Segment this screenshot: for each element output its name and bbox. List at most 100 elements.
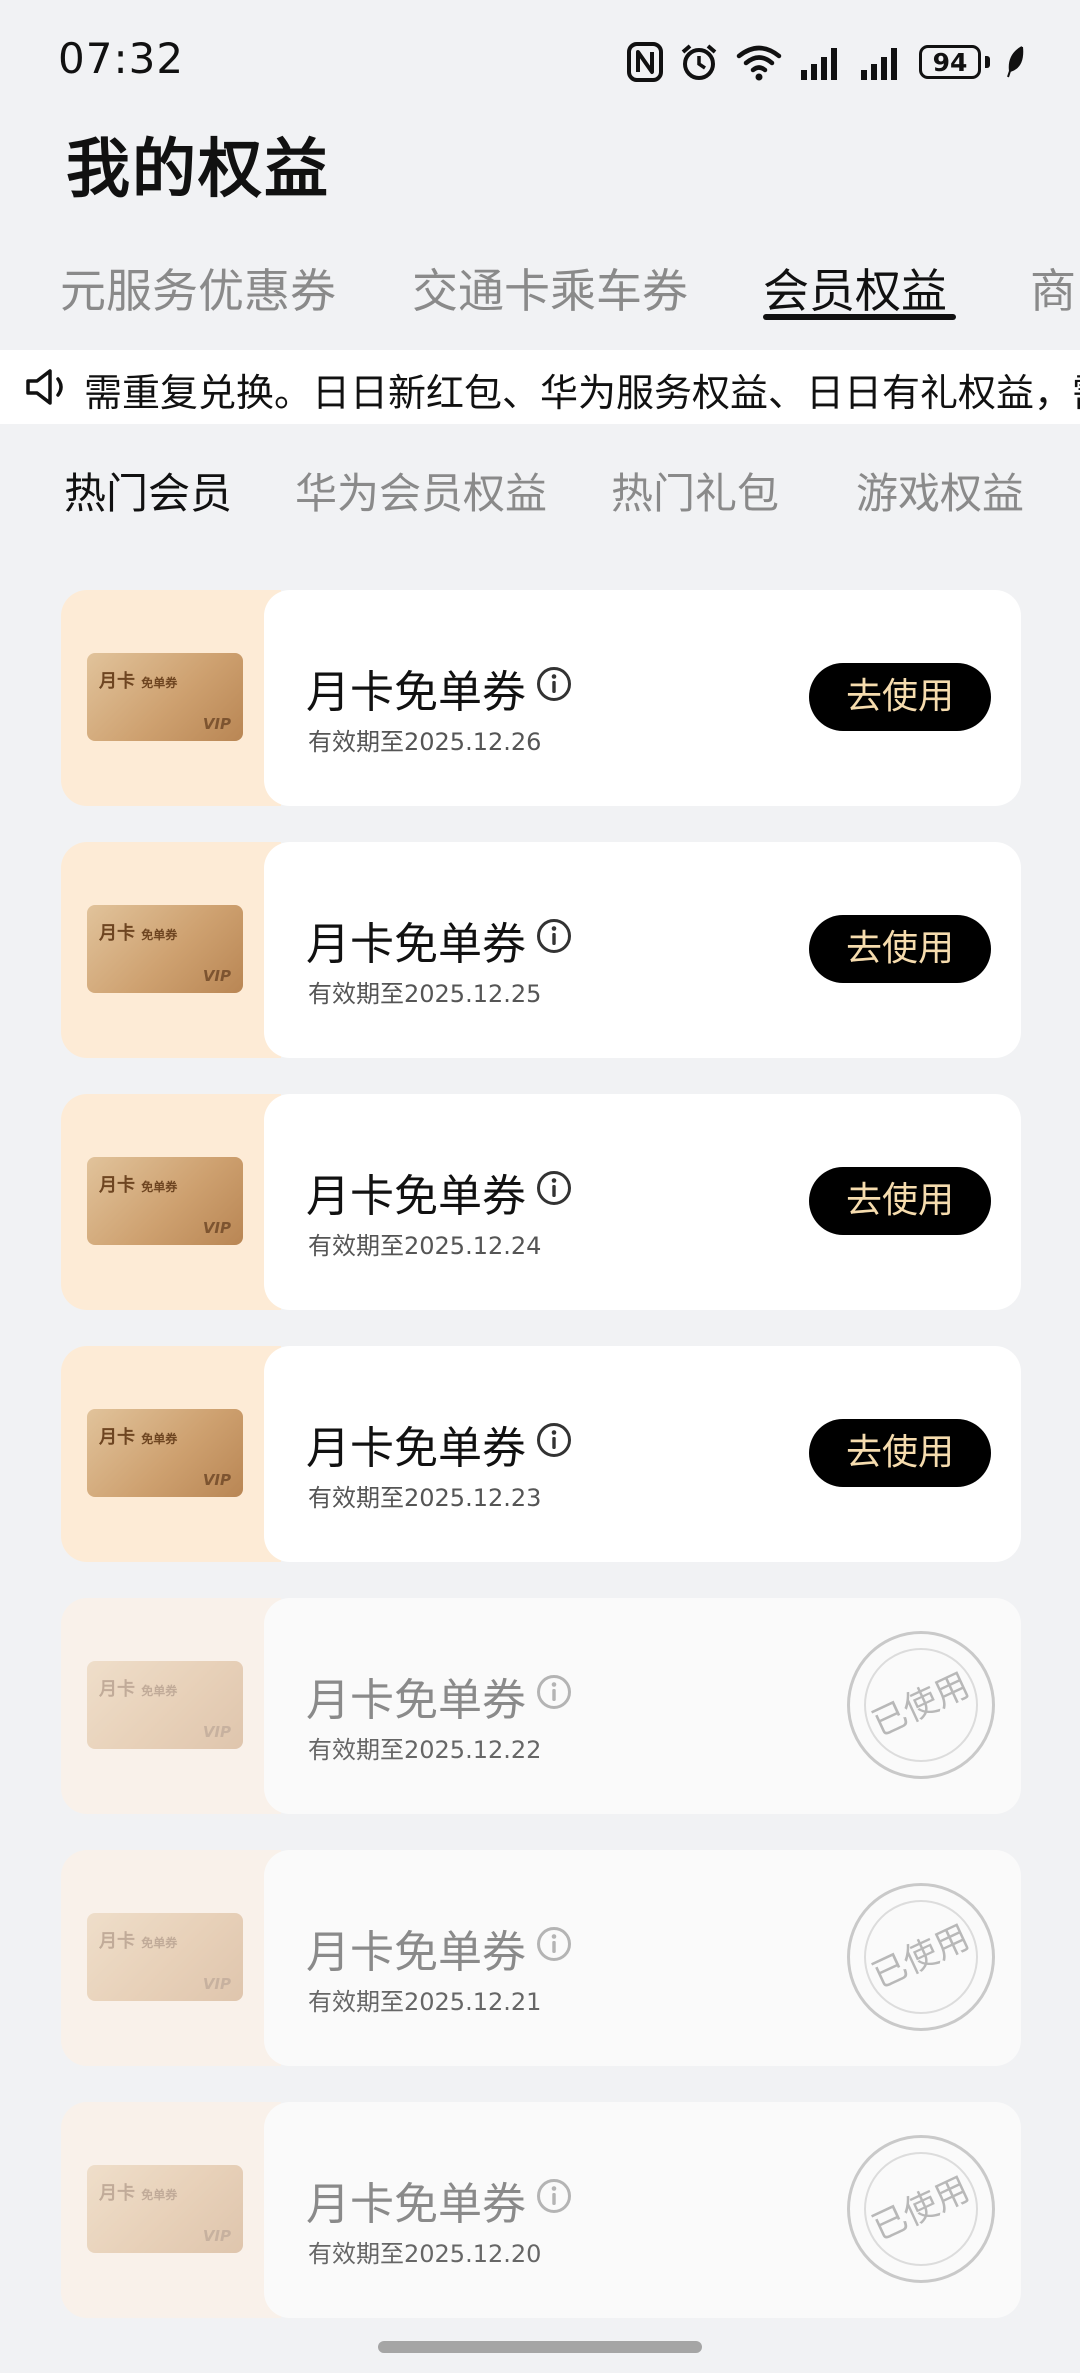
coupon-card-used[interactable]: 月卡 免单券 VIP 月卡免单券 有效期至2025.12.22 已使用 — [61, 1598, 1021, 1814]
info-icon[interactable] — [536, 1674, 572, 1710]
vip-card-title-main: 月卡 — [99, 1175, 135, 1196]
home-indicator[interactable] — [378, 2341, 702, 2353]
coupon-body: 月卡免单券 有效期至2025.12.21 已使用 — [264, 1850, 1021, 2066]
coupon-body: 月卡免单券 有效期至2025.12.26 去使用 — [264, 590, 1021, 806]
coupon-thumbnail: 月卡 免单券 VIP — [61, 1346, 281, 1562]
coupon-name: 月卡免单券 — [306, 667, 526, 718]
coupon-thumbnail: 月卡 免单券 VIP — [61, 842, 281, 1058]
vip-card-image: 月卡 免单券 VIP — [87, 1913, 243, 2001]
coupon-card[interactable]: 月卡 免单券 VIP 月卡免单券 有效期至2025.12.26 去使用 — [61, 590, 1021, 806]
signal-icon-2 — [861, 48, 897, 80]
vip-card-title-main: 月卡 — [99, 1679, 135, 1700]
wifi-icon — [736, 45, 782, 81]
vip-mark: VIP — [202, 1723, 231, 1741]
notice-bar[interactable]: 需重复兑换。日日新红包、华为服务权益、日日有礼权益，需 — [0, 350, 1080, 424]
vip-card-title: 月卡 免单券 — [99, 919, 177, 945]
info-icon[interactable] — [536, 1170, 572, 1206]
page-title: 我的权益 — [66, 133, 330, 207]
battery-indicator: 94 — [919, 45, 990, 79]
coupon-body: 月卡免单券 有效期至2025.12.23 去使用 — [264, 1346, 1021, 1562]
battery-level: 94 — [919, 45, 981, 79]
used-stamp: 已使用 — [847, 2135, 995, 2283]
coupon-expiry: 有效期至2025.12.21 — [308, 1988, 542, 2016]
vip-card-title-sub: 免单券 — [141, 1180, 178, 1194]
tab-member-benefits[interactable]: 会员权益 — [763, 255, 947, 321]
tab-transit-coupons[interactable]: 交通卡乘车券 — [412, 255, 688, 321]
coupon-name: 月卡免单券 — [306, 1927, 526, 1978]
coupon-thumbnail: 月卡 免单券 VIP — [61, 1094, 281, 1310]
vip-mark: VIP — [202, 967, 231, 985]
coupon-thumbnail: 月卡 免单券 VIP — [61, 2102, 281, 2318]
subtab-hot-members[interactable]: 热门会员 — [64, 460, 232, 521]
used-stamp-text: 已使用 — [866, 2169, 976, 2249]
status-bar: 07:32 94 — [0, 0, 1080, 110]
status-time: 07:32 — [58, 34, 185, 83]
used-stamp-text: 已使用 — [866, 1665, 976, 1745]
vip-card-title-sub: 免单券 — [141, 2188, 178, 2202]
subtab-game-benefits[interactable]: 游戏权益 — [856, 460, 1024, 521]
info-icon[interactable] — [536, 1422, 572, 1458]
coupon-expiry: 有效期至2025.12.22 — [308, 1736, 542, 1764]
vip-mark: VIP — [202, 715, 231, 733]
coupon-body: 月卡免单券 有效期至2025.12.22 已使用 — [264, 1598, 1021, 1814]
coupon-expiry: 有效期至2025.12.25 — [308, 980, 542, 1008]
vip-mark: VIP — [202, 1471, 231, 1489]
coupon-thumbnail: 月卡 免单券 VIP — [61, 590, 281, 806]
vip-card-image: 月卡 免单券 VIP — [87, 1157, 243, 1245]
vip-card-title: 月卡 免单券 — [99, 1423, 177, 1449]
coupon-name: 月卡免单券 — [306, 1171, 526, 1222]
coupon-body: 月卡免单券 有效期至2025.12.24 去使用 — [264, 1094, 1021, 1310]
subtab-huawei-member[interactable]: 华为会员权益 — [295, 460, 547, 521]
coupon-expiry: 有效期至2025.12.26 — [308, 728, 542, 756]
info-icon[interactable] — [536, 2178, 572, 2214]
speaker-icon — [24, 366, 72, 408]
tab-more[interactable]: 商 — [1030, 255, 1076, 321]
vip-card-image: 月卡 免单券 VIP — [87, 905, 243, 993]
use-button[interactable]: 去使用 — [809, 1167, 991, 1235]
vip-mark: VIP — [202, 1219, 231, 1237]
info-icon[interactable] — [536, 666, 572, 702]
coupon-expiry: 有效期至2025.12.20 — [308, 2240, 542, 2268]
vip-card-title: 月卡 免单券 — [99, 667, 177, 693]
vip-card-title: 月卡 免单券 — [99, 1675, 177, 1701]
used-stamp: 已使用 — [847, 1883, 995, 2031]
vip-card-title-main: 月卡 — [99, 2183, 135, 2204]
status-icons: 94 — [627, 38, 1026, 86]
leaf-icon — [1007, 46, 1024, 78]
coupon-thumbnail: 月卡 免单券 VIP — [61, 1850, 281, 2066]
notice-text: 需重复兑换。日日新红包、华为服务权益、日日有礼权益，需 — [84, 371, 1080, 415]
coupon-body: 月卡免单券 有效期至2025.12.25 去使用 — [264, 842, 1021, 1058]
vip-card-title: 月卡 免单券 — [99, 1171, 177, 1197]
coupon-body: 月卡免单券 有效期至2025.12.20 已使用 — [264, 2102, 1021, 2318]
coupon-card[interactable]: 月卡 免单券 VIP 月卡免单券 有效期至2025.12.23 去使用 — [61, 1346, 1021, 1562]
coupon-card-used[interactable]: 月卡 免单券 VIP 月卡免单券 有效期至2025.12.20 已使用 — [61, 2102, 1021, 2318]
used-stamp: 已使用 — [847, 1631, 995, 1779]
coupon-thumbnail: 月卡 免单券 VIP — [61, 1598, 281, 1814]
vip-card-image: 月卡 免单券 VIP — [87, 1661, 243, 1749]
use-button[interactable]: 去使用 — [809, 663, 991, 731]
top-tabs: 元服务优惠券 交通卡乘车券 会员权益 商 — [0, 255, 1080, 335]
info-icon[interactable] — [536, 1926, 572, 1962]
subtab-hot-gifts[interactable]: 热门礼包 — [611, 460, 779, 521]
coupon-card[interactable]: 月卡 免单券 VIP 月卡免单券 有效期至2025.12.25 去使用 — [61, 842, 1021, 1058]
vip-card-image: 月卡 免单券 VIP — [87, 2165, 243, 2253]
active-tab-indicator — [763, 314, 956, 320]
coupon-name: 月卡免单券 — [306, 2179, 526, 2230]
battery-tip — [985, 56, 990, 68]
coupon-expiry: 有效期至2025.12.24 — [308, 1232, 542, 1260]
vip-card-title-main: 月卡 — [99, 1427, 135, 1448]
alarm-icon — [681, 44, 717, 80]
used-stamp-text: 已使用 — [866, 1917, 976, 1997]
tab-service-coupons[interactable]: 元服务优惠券 — [60, 255, 336, 321]
coupon-card[interactable]: 月卡 免单券 VIP 月卡免单券 有效期至2025.12.24 去使用 — [61, 1094, 1021, 1310]
use-button[interactable]: 去使用 — [809, 915, 991, 983]
vip-card-title-sub: 免单券 — [141, 676, 178, 690]
signal-icon — [801, 48, 837, 80]
vip-card-image: 月卡 免单券 VIP — [87, 1409, 243, 1497]
vip-card-title-main: 月卡 — [99, 1931, 135, 1952]
coupon-expiry: 有效期至2025.12.23 — [308, 1484, 542, 1512]
vip-card-title-sub: 免单券 — [141, 1936, 178, 1950]
coupon-card-used[interactable]: 月卡 免单券 VIP 月卡免单券 有效期至2025.12.21 已使用 — [61, 1850, 1021, 2066]
use-button[interactable]: 去使用 — [809, 1419, 991, 1487]
info-icon[interactable] — [536, 918, 572, 954]
